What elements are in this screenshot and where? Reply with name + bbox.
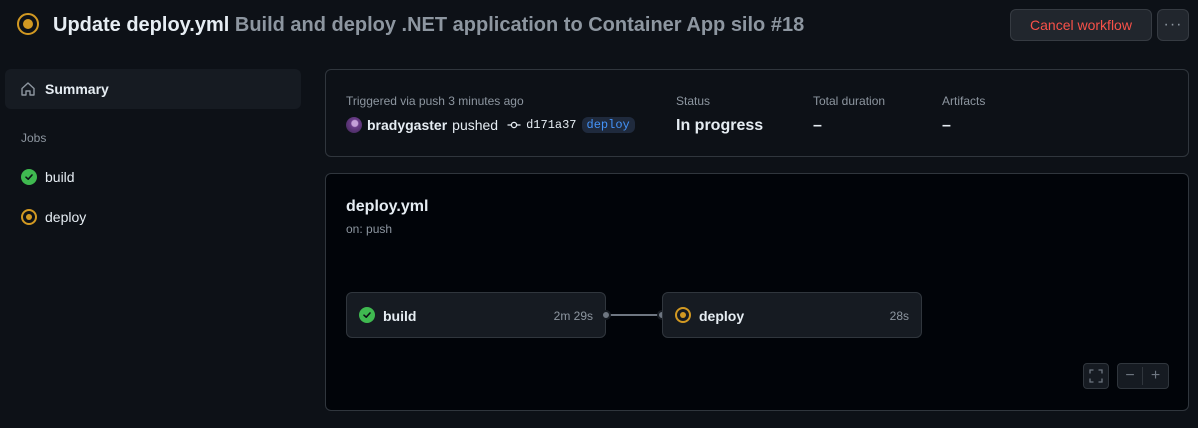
duration-value: –	[813, 117, 822, 134]
sidebar-item-label: deploy	[45, 209, 87, 225]
screen-full-icon	[1089, 369, 1103, 383]
fullscreen-button[interactable]	[1083, 363, 1109, 389]
actor-link[interactable]: bradygaster	[367, 117, 447, 133]
artifacts-value: –	[942, 117, 951, 134]
job-duration: 2m 29s	[553, 309, 593, 323]
sidebar-item-label: build	[45, 169, 75, 185]
home-icon	[21, 82, 35, 96]
push-info: bradygaster pushed d171a37 deploy	[346, 117, 635, 133]
run-summary-card: Triggered via push 3 minutes ago bradyga…	[325, 69, 1189, 157]
check-circle-icon	[359, 307, 375, 323]
duration-label: Total duration	[813, 94, 886, 108]
zoom-controls: − +	[1117, 363, 1169, 389]
workflow-graph: deploy.yml on: push build 2m 29s deploy …	[325, 173, 1189, 411]
in-progress-status-icon	[17, 13, 39, 35]
run-title: Update deploy.yml	[53, 14, 230, 36]
run-subtitle: Build and deploy .NET application to Con…	[229, 14, 805, 36]
graph-job-build[interactable]: build 2m 29s	[346, 292, 606, 338]
zoom-in-button[interactable]: +	[1143, 367, 1168, 385]
more-options-button[interactable]: ···	[1157, 9, 1189, 41]
trigger-text: Triggered via push 3 minutes ago	[346, 94, 524, 108]
status-column: Status In progress	[676, 94, 763, 135]
avatar[interactable]	[346, 117, 362, 133]
graph-job-deploy[interactable]: deploy 28s	[662, 292, 922, 338]
job-duration: 28s	[889, 309, 909, 323]
artifacts-label: Artifacts	[942, 94, 986, 108]
run-header: Update deploy.yml Build and deploy .NET …	[0, 0, 1198, 52]
job-name: deploy	[699, 308, 745, 324]
page-title: Update deploy.yml Build and deploy .NET …	[53, 14, 804, 37]
zoom-out-button[interactable]: −	[1118, 367, 1143, 385]
commit-sha-link[interactable]: d171a37	[526, 118, 576, 132]
check-circle-icon	[21, 169, 37, 185]
duration-column: Total duration –	[813, 94, 885, 135]
job-connector	[606, 314, 662, 316]
push-action-text: pushed	[452, 117, 499, 133]
branch-label[interactable]: deploy	[581, 117, 635, 133]
artifacts-column: Artifacts –	[942, 94, 985, 135]
sidebar-item-deploy[interactable]: deploy	[5, 201, 301, 233]
in-progress-icon	[675, 307, 691, 323]
in-progress-icon	[21, 209, 37, 225]
job-name: build	[383, 308, 417, 324]
status-label: Status	[676, 94, 711, 108]
sidebar-item-build[interactable]: build	[5, 161, 301, 193]
workflow-trigger: on: push	[346, 222, 393, 236]
status-value: In progress	[676, 117, 764, 134]
cancel-workflow-button[interactable]: Cancel workflow	[1010, 9, 1152, 41]
connector-dot	[601, 310, 611, 320]
sidebar-item-label: Summary	[45, 81, 109, 97]
jobs-heading: Jobs	[21, 131, 47, 145]
sidebar-item-summary[interactable]: Summary	[5, 69, 301, 109]
kebab-horizontal-icon: ···	[1163, 16, 1183, 33]
git-commit-icon	[507, 121, 521, 129]
workflow-file-name[interactable]: deploy.yml	[346, 198, 428, 216]
